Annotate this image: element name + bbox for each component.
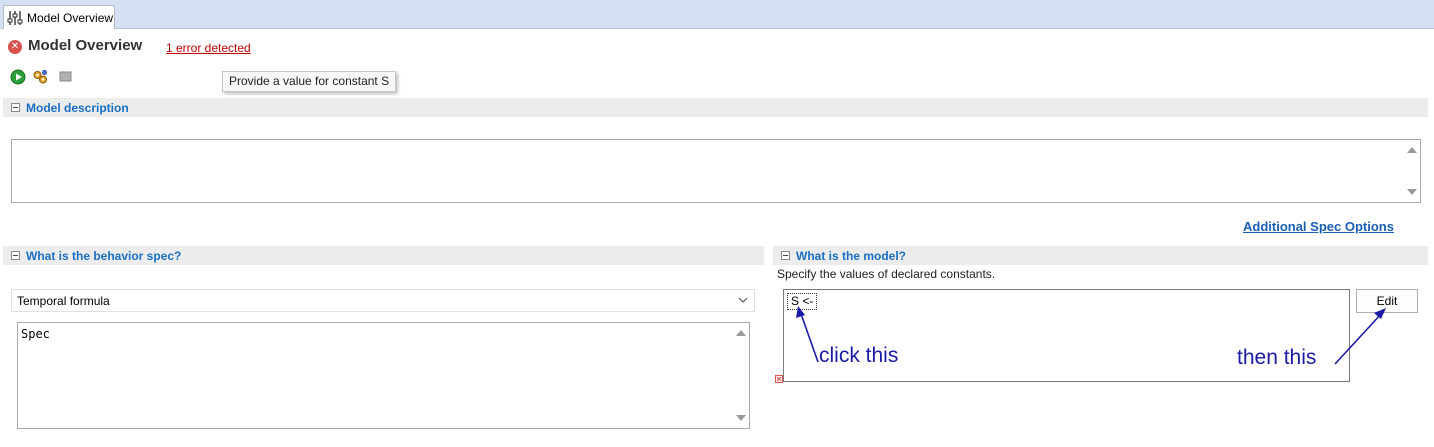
what-is-model-header[interactable]: What is the model?	[773, 246, 1428, 265]
behavior-spec-select[interactable]: Temporal formula	[11, 289, 755, 312]
stop-icon[interactable]	[58, 69, 74, 85]
edit-button[interactable]: Edit	[1356, 289, 1418, 313]
error-detected-link[interactable]: 1 error detected	[166, 41, 251, 55]
formula-text: Spec	[21, 327, 50, 341]
behavior-spec-header[interactable]: What is the behavior spec?	[3, 246, 764, 265]
section-title: What is the behavior spec?	[26, 248, 182, 263]
scroll-up-icon[interactable]	[1407, 147, 1417, 153]
collapse-icon[interactable]	[11, 103, 20, 112]
run-icon[interactable]	[10, 69, 26, 85]
model-description-input[interactable]	[11, 139, 1421, 203]
page-title: Model Overview	[28, 37, 143, 54]
temporal-formula-input[interactable]: Spec	[17, 322, 750, 429]
editor-tab-strip: Model Overview	[0, 0, 1434, 29]
collapse-icon[interactable]	[781, 251, 790, 260]
scroll-down-icon[interactable]	[736, 415, 746, 421]
formula-scrollbar[interactable]	[732, 323, 749, 428]
constant-tooltip: Provide a value for constant S	[222, 71, 397, 92]
sliders-icon	[7, 10, 23, 25]
error-icon: ✕	[8, 40, 22, 54]
section-title: Model description	[26, 100, 129, 115]
annotation-then-this: then this	[1237, 346, 1317, 369]
chevron-down-icon	[738, 297, 748, 303]
description-scrollbar[interactable]	[1403, 140, 1420, 202]
scroll-down-icon[interactable]	[1407, 189, 1417, 195]
model-description-header[interactable]: Model description	[3, 98, 1428, 117]
constant-item[interactable]: S <-	[787, 293, 818, 310]
tab-model-overview[interactable]: Model Overview	[3, 5, 115, 29]
error-marker-icon	[775, 375, 783, 383]
tab-label: Model Overview	[27, 10, 114, 25]
collapse-icon[interactable]	[11, 251, 20, 260]
model-checking-icon[interactable]	[32, 69, 48, 85]
scroll-up-icon[interactable]	[736, 330, 746, 336]
section-title: What is the model?	[796, 248, 907, 263]
annotation-click-this: click this	[819, 344, 899, 367]
selected-option: Temporal formula	[17, 293, 110, 308]
additional-spec-options-link[interactable]: Additional Spec Options	[1243, 219, 1394, 234]
constants-hint: Specify the values of declared constants…	[777, 267, 996, 281]
